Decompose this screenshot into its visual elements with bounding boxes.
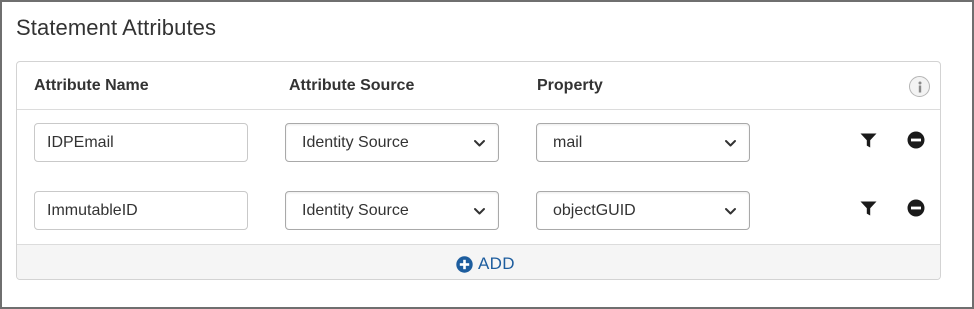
- attribute-name-input[interactable]: [34, 191, 248, 230]
- table-footer: ADD: [17, 244, 940, 279]
- add-label: ADD: [478, 254, 515, 273]
- table-row: Identity Source mail: [17, 110, 940, 178]
- attributes-panel: Attribute Name Attribute Source Property…: [16, 61, 941, 280]
- plus-circle-icon: [456, 255, 473, 273]
- minus-circle-icon[interactable]: [907, 199, 925, 217]
- header-attribute-name: Attribute Name: [34, 77, 149, 94]
- minus-circle-icon[interactable]: [907, 131, 925, 149]
- chevron-down-icon: [474, 140, 485, 147]
- add-attribute-button[interactable]: ADD: [456, 253, 515, 275]
- chevron-down-icon: [474, 208, 485, 215]
- section-title: Statement Attributes: [16, 15, 217, 40]
- header-property: Property: [537, 77, 603, 94]
- statement-attributes-frame: Statement Attributes Attribute Name Attr…: [0, 0, 974, 309]
- table-row: Identity Source objectGUID: [17, 178, 940, 246]
- chevron-down-icon: [725, 208, 736, 215]
- filter-icon[interactable]: [860, 201, 877, 217]
- filter-icon[interactable]: [860, 133, 877, 149]
- property-value: objectGUID: [553, 201, 636, 219]
- attribute-name-input[interactable]: [34, 123, 248, 162]
- info-icon[interactable]: [909, 76, 930, 97]
- property-select[interactable]: objectGUID: [536, 191, 750, 230]
- attribute-source-select[interactable]: Identity Source: [285, 191, 499, 230]
- chevron-down-icon: [725, 140, 736, 147]
- property-value: mail: [553, 133, 583, 151]
- attribute-source-select[interactable]: Identity Source: [285, 123, 499, 162]
- property-select[interactable]: mail: [536, 123, 750, 162]
- attribute-source-value: Identity Source: [302, 201, 409, 219]
- attribute-source-value: Identity Source: [302, 133, 409, 151]
- header-attribute-source: Attribute Source: [289, 77, 415, 94]
- table-header: Attribute Name Attribute Source Property: [17, 62, 940, 110]
